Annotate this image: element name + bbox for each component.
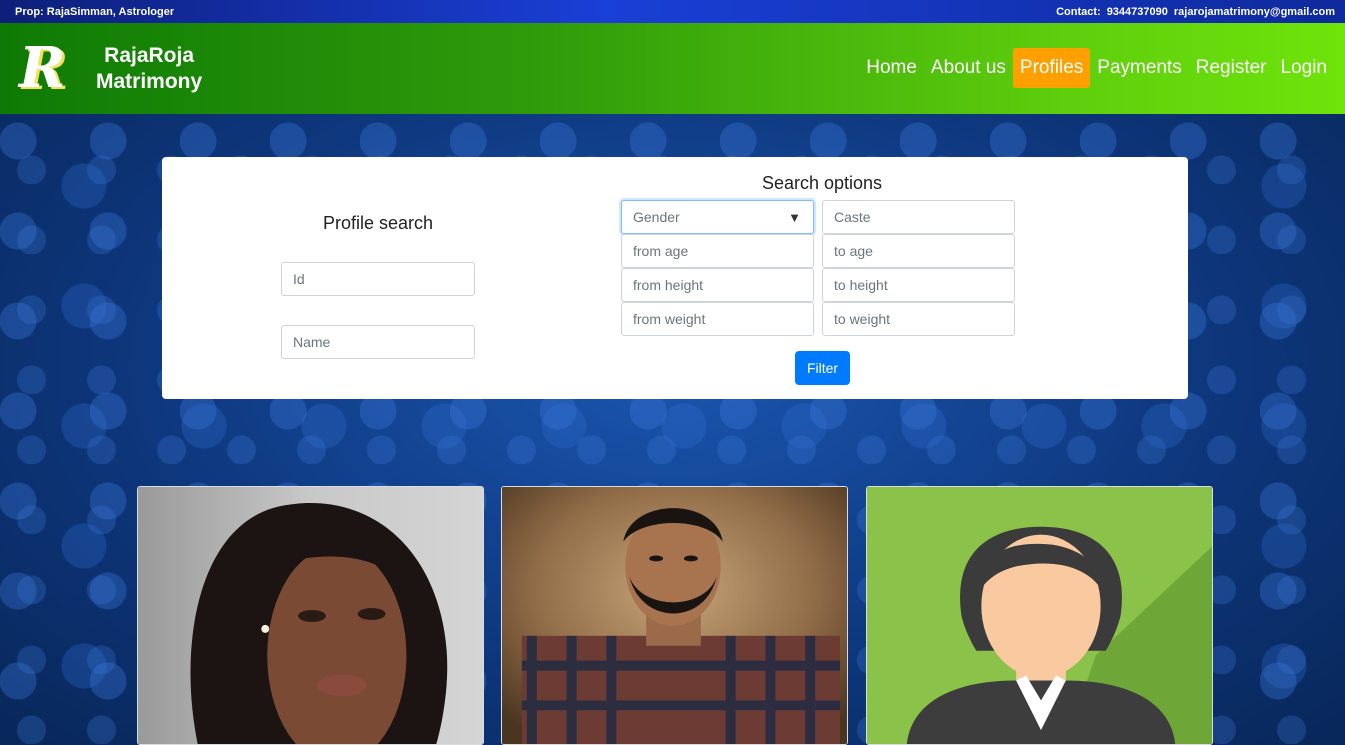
svg-text:R: R: [17, 37, 66, 101]
from-age-input[interactable]: [621, 234, 814, 268]
profile-search-title: Profile search: [322, 213, 434, 233]
caste-input[interactable]: [822, 200, 1015, 234]
nav-login[interactable]: Login: [1274, 48, 1335, 88]
nav-register[interactable]: Register: [1189, 48, 1274, 88]
filter-button[interactable]: Filter: [795, 351, 850, 385]
logo-icon[interactable]: R R: [16, 37, 80, 101]
nav-home[interactable]: Home: [859, 48, 924, 88]
search-card: Profile search Search options Gender ▼ F…: [162, 157, 1188, 399]
profile-photo-1: [138, 487, 483, 744]
profile-card-2[interactable]: [501, 486, 848, 745]
profile-photo-2: [502, 487, 847, 744]
brand-line1: RajaRoja: [104, 43, 195, 67]
contact-info: Contact: 9344737090 rajarojamatrimony@gmai…: [1050, 6, 1335, 18]
to-weight-input[interactable]: [822, 302, 1015, 336]
from-weight-input[interactable]: [621, 302, 814, 336]
nav-menu: Home About us Profiles Payments Register…: [859, 48, 1334, 88]
gender-select-value: Gender: [633, 209, 680, 225]
id-input[interactable]: [281, 262, 475, 296]
to-height-input[interactable]: [822, 268, 1015, 302]
nav-payments[interactable]: Payments: [1090, 48, 1188, 88]
nav-profiles[interactable]: Profiles: [1012, 48, 1091, 88]
contact-label: Contact:: [1056, 5, 1101, 18]
name-input[interactable]: [281, 325, 475, 359]
profile-card-3[interactable]: [866, 486, 1213, 745]
from-height-input[interactable]: [621, 268, 814, 302]
brand-line2: Matrimony: [96, 69, 203, 93]
proprietor-text: Prop: RajaSimman, Astrologer: [15, 5, 175, 18]
brand-name[interactable]: RajaRoja Matrimony: [96, 43, 202, 95]
gender-select[interactable]: Gender ▼: [621, 200, 814, 234]
chevron-down-icon: ▼: [788, 209, 801, 225]
to-age-input[interactable]: [822, 234, 1015, 268]
contact-email: rajarojamatrimony@gmail.com: [1173, 5, 1335, 18]
nav-about-us[interactable]: About us: [924, 48, 1013, 88]
profile-card-1[interactable]: [137, 486, 484, 745]
contact-phone: 9344737090: [1106, 5, 1168, 18]
main-navbar: R R RajaRoja Matrimony Home About us Pro…: [0, 23, 1345, 114]
avatar-placeholder-icon: [867, 487, 1212, 744]
top-info-bar: Prop: RajaSimman, Astrologer Contact: 934…: [0, 0, 1345, 23]
search-options-title: Search options: [761, 173, 883, 193]
